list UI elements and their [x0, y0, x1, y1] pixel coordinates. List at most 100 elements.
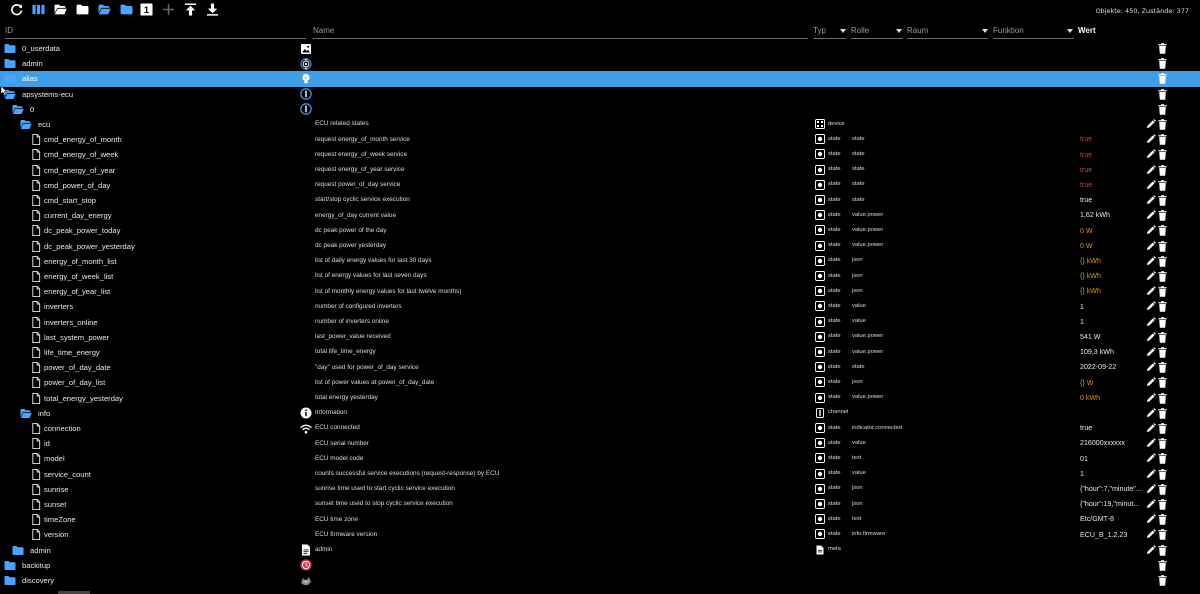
row-value[interactable]: 0 W — [1080, 242, 1093, 250]
expand-level-button[interactable] — [118, 4, 134, 20]
row-value[interactable]: {} kWh — [1080, 257, 1101, 265]
trash-icon[interactable] — [1158, 255, 1167, 267]
trash-icon[interactable] — [1158, 271, 1167, 282]
trash-icon[interactable] — [1158, 210, 1167, 221]
header-typ-dropdown-icon[interactable] — [840, 29, 846, 33]
table-row[interactable]: version ECU firmware version state info.fir… — [0, 527, 1200, 542]
edit-icon[interactable] — [1146, 468, 1156, 479]
edit-icon[interactable] — [1146, 134, 1156, 144]
edit-icon[interactable] — [1146, 331, 1156, 342]
folder-open-icon[interactable] — [20, 119, 32, 130]
header-funktion-dropdown-icon[interactable] — [1067, 29, 1073, 33]
edit-icon[interactable] — [1146, 483, 1156, 494]
trash-icon[interactable] — [1158, 103, 1167, 115]
folder-icon[interactable] — [4, 560, 16, 571]
trash-icon[interactable] — [1158, 164, 1167, 176]
table-row[interactable]: backitup — [0, 558, 1200, 573]
header-typ[interactable]: Typ — [813, 26, 826, 35]
trash-icon[interactable] — [1158, 407, 1167, 419]
trash-icon[interactable] — [1158, 225, 1167, 237]
table-row[interactable]: current_day_energy energy_of_day current … — [0, 208, 1200, 223]
table-row[interactable]: energy_of_month_list list of daily energy… — [0, 254, 1200, 269]
row-value[interactable]: true — [1080, 424, 1092, 432]
row-value[interactable]: true — [1080, 196, 1092, 204]
trash-icon[interactable] — [1158, 347, 1167, 358]
trash-icon[interactable] — [1158, 119, 1167, 130]
row-value[interactable]: {"hour":19,"minut... — [1080, 500, 1139, 508]
edit-icon[interactable] — [1146, 423, 1156, 433]
edit-icon[interactable] — [1146, 362, 1156, 372]
row-value[interactable]: 0 W — [1080, 227, 1093, 235]
folder-open-icon[interactable] — [12, 104, 24, 115]
row-value[interactable]: true — [1080, 166, 1092, 174]
trash-icon[interactable] — [1158, 559, 1167, 571]
table-row[interactable]: admin admin meta — [0, 543, 1200, 558]
refresh-button[interactable] — [8, 4, 24, 20]
trash-icon[interactable] — [1158, 575, 1167, 586]
edit-icon[interactable] — [1146, 529, 1156, 539]
download-button[interactable] — [204, 3, 220, 20]
header-name[interactable]: Name — [313, 26, 334, 35]
collapse-level-button[interactable] — [96, 4, 112, 20]
edit-icon[interactable] — [1146, 407, 1156, 418]
trash-icon[interactable] — [1158, 301, 1167, 313]
edit-icon[interactable] — [1146, 286, 1156, 296]
table-row[interactable]: inverters number of configured inverters s… — [0, 299, 1200, 314]
folder-icon[interactable] — [4, 43, 16, 54]
upload-button[interactable] — [182, 3, 198, 20]
table-row[interactable]: service_count counts successful service e… — [0, 467, 1200, 482]
columns-button[interactable] — [30, 4, 46, 20]
row-value[interactable]: true — [1080, 181, 1092, 189]
trash-icon[interactable] — [1158, 73, 1167, 85]
trash-icon[interactable] — [1158, 514, 1167, 525]
table-row[interactable]: id ECU serial number state value 216000xxxxx… — [0, 436, 1200, 451]
row-value[interactable]: 109,3 kWh — [1080, 348, 1114, 356]
table-row[interactable]: life_time_energy total life_time_energy st… — [0, 345, 1200, 360]
edit-icon[interactable] — [1146, 271, 1156, 281]
trash-icon[interactable] — [1158, 392, 1167, 404]
trash-icon[interactable] — [1158, 377, 1167, 389]
trash-icon[interactable] — [1158, 423, 1167, 434]
folder-icon[interactable] — [4, 575, 16, 586]
trash-icon[interactable] — [1158, 453, 1167, 465]
row-value[interactable]: 1 — [1080, 303, 1084, 311]
row-value[interactable]: {} kWh — [1080, 287, 1101, 295]
edit-icon[interactable] — [1146, 438, 1156, 448]
trash-icon[interactable] — [1158, 43, 1167, 54]
table-row[interactable]: energy_of_year_list list of monthly energ… — [0, 284, 1200, 299]
table-row[interactable]: connection ECU connected state indicator.co… — [0, 421, 1200, 436]
edit-icon[interactable] — [1146, 316, 1156, 327]
row-value[interactable]: ECU_B_1.2.23 — [1080, 531, 1127, 539]
trash-icon[interactable] — [1158, 316, 1167, 328]
trash-icon[interactable] — [1158, 483, 1167, 495]
trash-icon[interactable] — [1158, 362, 1167, 373]
edit-icon[interactable] — [1146, 225, 1156, 235]
table-row[interactable]: last_system_power last_power_value receiv… — [0, 330, 1200, 345]
table-row[interactable]: cmd_energy_of_week request energy_of_week… — [0, 147, 1200, 162]
header-id[interactable]: ID — [5, 26, 13, 35]
table-row[interactable]: dc_peak_power_today dc peak power of the … — [0, 223, 1200, 238]
row-value[interactable]: 1 — [1080, 470, 1084, 478]
header-raum[interactable]: Raum — [907, 26, 928, 35]
row-value[interactable]: {} kWh — [1080, 272, 1101, 280]
table-row[interactable]: inverters_online number of inverters onli… — [0, 315, 1200, 330]
table-row[interactable]: model ECU model code state text 01 — [0, 451, 1200, 466]
trash-icon[interactable] — [1158, 240, 1167, 252]
trash-icon[interactable] — [1158, 331, 1167, 343]
trash-icon[interactable] — [1158, 195, 1167, 206]
table-row[interactable]: 0 — [0, 102, 1200, 117]
table-row[interactable]: ecu ECU related states device — [0, 117, 1200, 132]
trash-icon[interactable] — [1158, 88, 1167, 100]
row-value[interactable]: {} W — [1080, 379, 1093, 387]
row-value[interactable]: {"hour":7,"minute"... — [1080, 485, 1142, 493]
trash-icon[interactable] — [1158, 468, 1167, 480]
edit-icon[interactable] — [1146, 499, 1156, 509]
trash-icon[interactable] — [1158, 134, 1167, 145]
row-value[interactable]: 01 — [1080, 455, 1088, 463]
add-button[interactable] — [160, 3, 176, 20]
table-row[interactable]: dc_peak_power_yesterday dc peak power yes… — [0, 239, 1200, 254]
folder-open-icon[interactable] — [20, 408, 32, 419]
edit-icon[interactable] — [1146, 301, 1156, 311]
row-value[interactable]: 1,62 kWh — [1080, 211, 1110, 219]
table-row[interactable]: power_of_day_list list of power values at… — [0, 375, 1200, 390]
